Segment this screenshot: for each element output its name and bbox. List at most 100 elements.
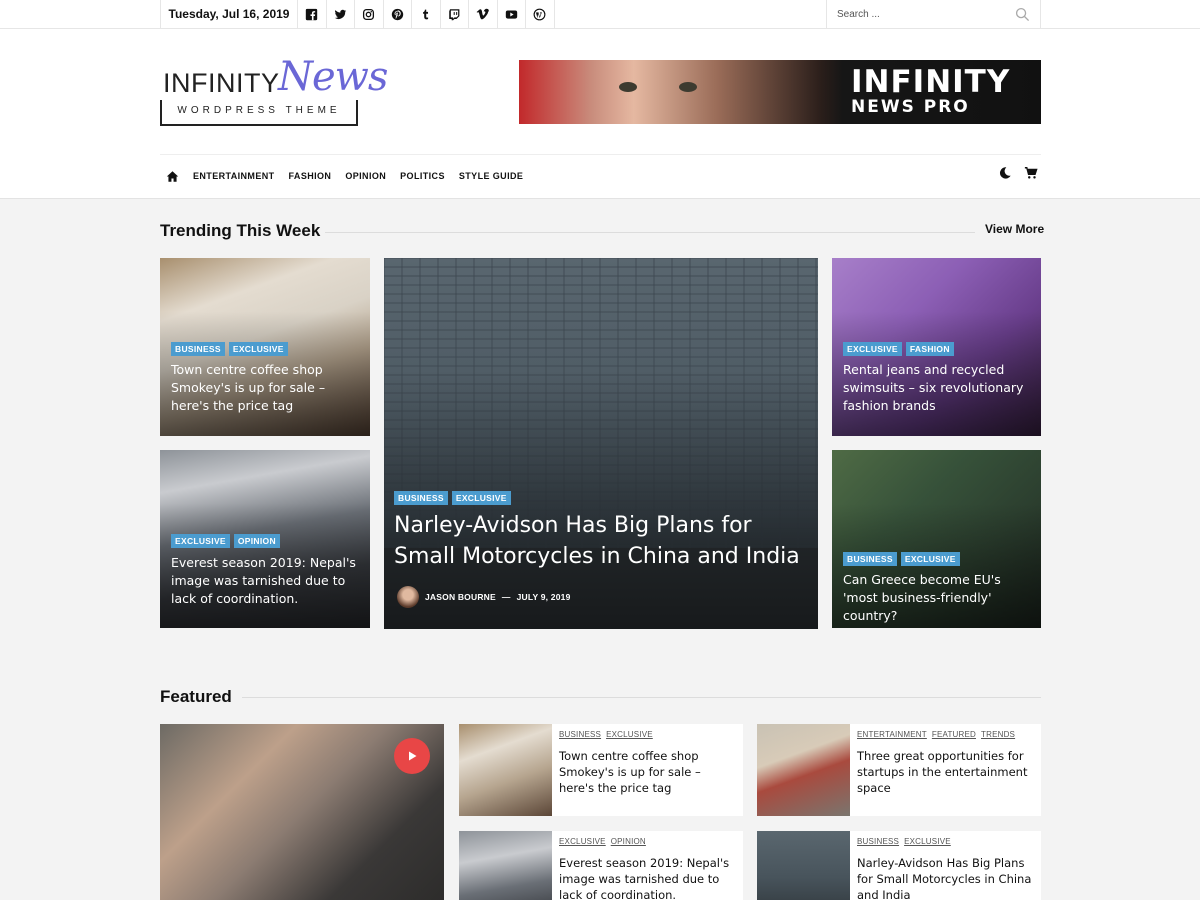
pinterest-icon[interactable] bbox=[384, 0, 412, 29]
trending-card[interactable]: BUSINESS EXCLUSIVE Town centre coffee sh… bbox=[160, 258, 370, 436]
banner-subtitle: NEWS PRO bbox=[851, 97, 970, 117]
nav-item-style-guide[interactable]: STYLE GUIDE bbox=[459, 171, 523, 181]
vimeo-icon[interactable] bbox=[469, 0, 498, 29]
play-button[interactable] bbox=[394, 738, 430, 774]
logo-text-main: INFINITY bbox=[163, 68, 280, 98]
card-title[interactable]: Narley-Avidson Has Big Plans for Small M… bbox=[857, 855, 1033, 900]
header-ad-banner[interactable]: INFINITY NEWS PRO bbox=[519, 60, 1041, 124]
card-tags: BUSINESS EXCLUSIVE bbox=[171, 342, 288, 356]
logo-text-script: News bbox=[278, 54, 388, 100]
tag-link[interactable]: TRENDS bbox=[981, 730, 1015, 739]
tag-badge[interactable]: BUSINESS bbox=[171, 342, 225, 356]
tag-link[interactable]: OPINION bbox=[611, 837, 646, 846]
card-title[interactable]: Three great opportunities for startups i… bbox=[857, 748, 1033, 796]
tag-link[interactable]: FEATURED bbox=[932, 730, 976, 739]
card-tags: EXCLUSIVE OPINION bbox=[559, 837, 646, 846]
play-icon bbox=[409, 751, 417, 761]
site-header: INFINITY News WORDPRESS THEME INFINITY N… bbox=[0, 29, 1200, 199]
tag-link[interactable]: EXCLUSIVE bbox=[606, 730, 653, 739]
featured-video-card[interactable] bbox=[160, 724, 444, 900]
social-links bbox=[298, 0, 555, 29]
banner-eye-right bbox=[679, 82, 697, 92]
trending-card[interactable]: BUSINESS EXCLUSIVE Can Greece become EU'… bbox=[832, 450, 1041, 628]
dark-mode-moon-icon[interactable] bbox=[998, 166, 1012, 180]
banner-eye-left bbox=[619, 82, 637, 92]
author-avatar[interactable] bbox=[397, 586, 419, 608]
card-title[interactable]: Town centre coffee shop Smokey's is up f… bbox=[171, 361, 366, 415]
trending-section-title: Trending This Week bbox=[160, 221, 321, 240]
facebook-icon[interactable] bbox=[298, 0, 327, 29]
post-date: JULY 9, 2019 bbox=[516, 592, 571, 602]
card-tags: EXCLUSIVE OPINION bbox=[171, 534, 280, 548]
card-tags: BUSINESS EXCLUSIVE bbox=[559, 730, 653, 739]
search-box bbox=[826, 0, 1041, 29]
twitch-icon[interactable] bbox=[441, 0, 469, 29]
tag-badge[interactable]: OPINION bbox=[233, 534, 280, 548]
logo-subtitle: WORDPRESS THEME bbox=[160, 100, 358, 126]
tag-link[interactable]: EXCLUSIVE bbox=[904, 837, 951, 846]
post-meta: JASON BOURNE — JULY 9, 2019 bbox=[397, 586, 571, 608]
card-title[interactable]: Can Greece become EU's 'most business-fr… bbox=[843, 571, 1038, 625]
tag-badge[interactable]: EXCLUSIVE bbox=[900, 552, 960, 566]
card-thumbnail[interactable] bbox=[459, 724, 552, 816]
tag-link[interactable]: EXCLUSIVE bbox=[559, 837, 606, 846]
search-icon[interactable] bbox=[1015, 7, 1030, 22]
nav-item-fashion[interactable]: FASHION bbox=[289, 171, 332, 181]
tag-badge[interactable]: EXCLUSIVE bbox=[228, 342, 288, 356]
card-thumbnail[interactable] bbox=[757, 831, 850, 900]
featured-list-card[interactable]: ENTERTAINMENT FEATURED TRENDS Three grea… bbox=[757, 724, 1041, 816]
nav-item-entertainment[interactable]: ENTERTAINMENT bbox=[193, 171, 275, 181]
tag-badge[interactable]: FASHION bbox=[905, 342, 954, 356]
tag-link[interactable]: BUSINESS bbox=[857, 837, 899, 846]
nav-divider bbox=[160, 154, 1041, 155]
card-tags: BUSINESS EXCLUSIVE bbox=[843, 552, 960, 566]
site-logo[interactable]: INFINITY News WORDPRESS THEME bbox=[160, 54, 388, 128]
tag-badge[interactable]: EXCLUSIVE bbox=[171, 534, 230, 548]
nav-item-politics[interactable]: POLITICS bbox=[400, 171, 445, 181]
current-date: Tuesday, Jul 16, 2019 bbox=[160, 0, 298, 29]
card-thumbnail[interactable] bbox=[757, 724, 850, 816]
main-nav: ENTERTAINMENT FASHION OPINION POLITICS S… bbox=[160, 166, 530, 186]
tag-badge[interactable]: BUSINESS bbox=[843, 552, 897, 566]
nav-tools bbox=[998, 166, 1038, 180]
card-thumbnail[interactable] bbox=[459, 831, 552, 900]
trending-title-rule bbox=[325, 232, 975, 233]
trending-card[interactable]: EXCLUSIVE OPINION Everest season 2019: N… bbox=[160, 450, 370, 628]
featured-list-card[interactable]: EXCLUSIVE OPINION Everest season 2019: N… bbox=[459, 831, 743, 900]
card-title[interactable]: Everest season 2019: Nepal's image was t… bbox=[171, 554, 366, 608]
card-title[interactable]: Town centre coffee shop Smokey's is up f… bbox=[559, 748, 735, 796]
featured-section-title: Featured bbox=[160, 687, 232, 706]
search-input[interactable] bbox=[837, 6, 1007, 23]
tag-badge[interactable]: BUSINESS bbox=[394, 491, 448, 505]
card-tags: EXCLUSIVE FASHION bbox=[843, 342, 954, 356]
featured-title-rule bbox=[242, 697, 1041, 698]
cart-icon[interactable] bbox=[1024, 166, 1038, 180]
trending-feature-card[interactable]: BUSINESS EXCLUSIVE Narley-Avidson Has Bi… bbox=[384, 258, 818, 629]
banner-title: INFINITY bbox=[851, 64, 1011, 100]
tag-badge[interactable]: EXCLUSIVE bbox=[843, 342, 902, 356]
twitter-icon[interactable] bbox=[327, 0, 355, 29]
featured-list-card[interactable]: BUSINESS EXCLUSIVE Town centre coffee sh… bbox=[459, 724, 743, 816]
wordpress-icon[interactable] bbox=[526, 0, 555, 29]
top-bar: Tuesday, Jul 16, 2019 bbox=[0, 0, 1200, 29]
youtube-icon[interactable] bbox=[498, 0, 526, 29]
card-overlay bbox=[384, 258, 818, 629]
trending-card[interactable]: EXCLUSIVE FASHION Rental jeans and recyc… bbox=[832, 258, 1041, 436]
featured-list-card[interactable]: BUSINESS EXCLUSIVE Narley-Avidson Has Bi… bbox=[757, 831, 1041, 900]
tumblr-icon[interactable] bbox=[412, 0, 441, 29]
tag-badge[interactable]: EXCLUSIVE bbox=[451, 491, 511, 505]
card-tags: ENTERTAINMENT FEATURED TRENDS bbox=[857, 730, 1015, 739]
home-icon[interactable] bbox=[160, 166, 186, 186]
view-more-link[interactable]: View More bbox=[985, 222, 1044, 236]
card-tags: BUSINESS EXCLUSIVE bbox=[857, 837, 951, 846]
card-tags: BUSINESS EXCLUSIVE bbox=[394, 491, 511, 505]
author-name[interactable]: JASON BOURNE bbox=[425, 592, 496, 602]
card-title[interactable]: Everest season 2019: Nepal's image was t… bbox=[559, 855, 735, 900]
nav-item-opinion[interactable]: OPINION bbox=[345, 171, 386, 181]
instagram-icon[interactable] bbox=[355, 0, 384, 29]
tag-link[interactable]: ENTERTAINMENT bbox=[857, 730, 927, 739]
card-title[interactable]: Rental jeans and recycled swimsuits – si… bbox=[843, 361, 1038, 415]
tag-link[interactable]: BUSINESS bbox=[559, 730, 601, 739]
card-title[interactable]: Narley-Avidson Has Big Plans for Small M… bbox=[394, 510, 814, 572]
meta-separator: — bbox=[501, 592, 511, 602]
